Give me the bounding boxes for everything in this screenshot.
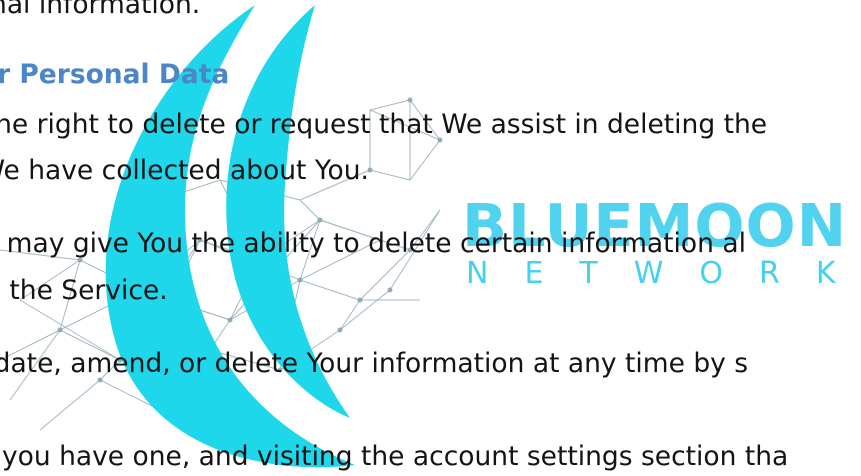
text-line: t We have collected about You.	[0, 155, 369, 186]
wordmark-network: NETWORK	[466, 256, 861, 291]
text-line: update, amend, or delete Your informatio…	[0, 348, 749, 379]
text-line: ice may give You the ability to delete c…	[0, 228, 746, 259]
text-line: e the right to delete or request that We…	[0, 109, 768, 140]
section-heading-personal-data: our Personal Data	[0, 59, 230, 90]
text-line: , if you have one, and visiting the acco…	[0, 441, 789, 472]
text-line: sonal information.	[0, 0, 201, 20]
text-line: hin the Service.	[0, 275, 168, 306]
